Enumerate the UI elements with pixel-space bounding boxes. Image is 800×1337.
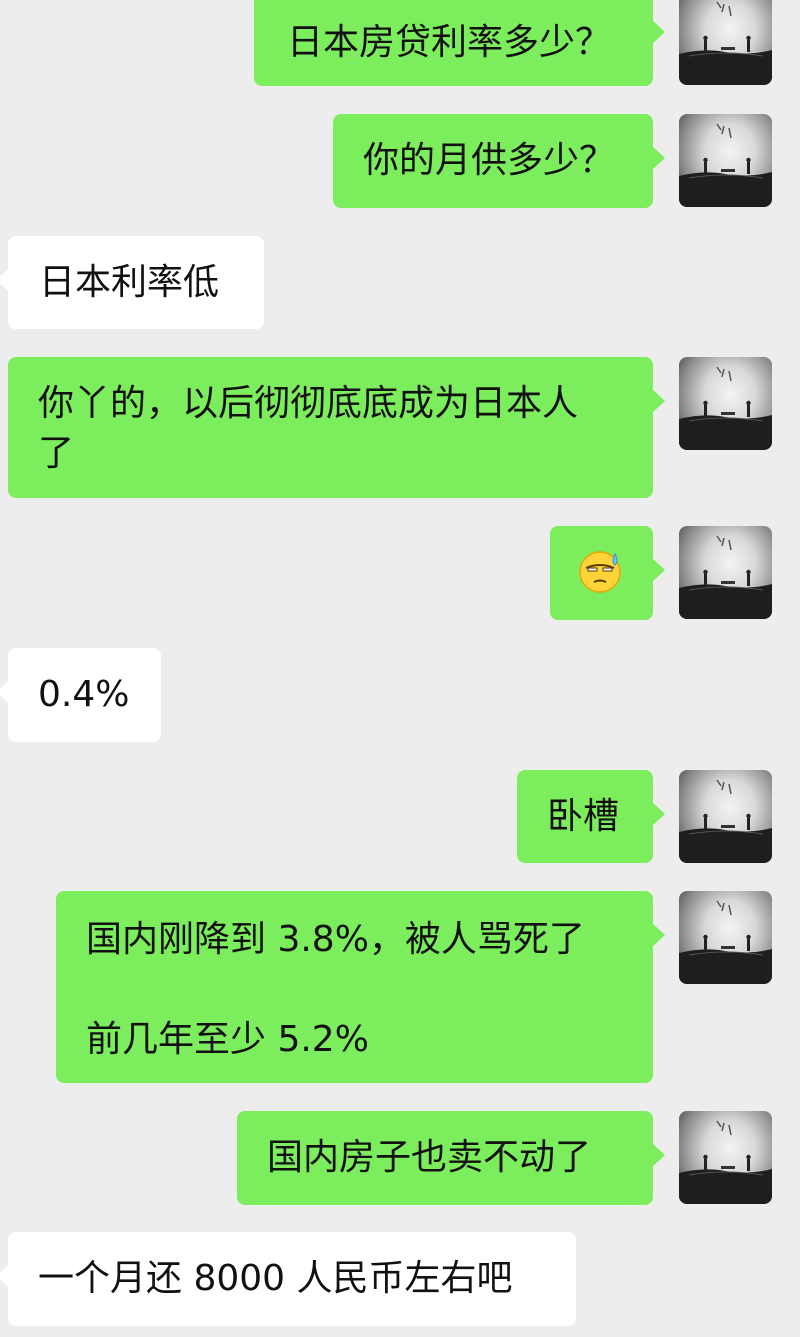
message-bubble[interactable]: 国内房子也卖不动了	[237, 1111, 665, 1205]
message-text: 卧槽	[547, 796, 620, 837]
avatar-image	[679, 779, 772, 863]
message-bubble[interactable]: 你丫的，以后彻彻底底成为日本人 了	[8, 357, 665, 498]
avatar[interactable]	[679, 891, 772, 984]
message-bubble[interactable]: 卧槽	[517, 770, 665, 863]
message-text: 你丫的，以后彻彻底底成为日本人 了	[38, 383, 579, 474]
avatar[interactable]	[679, 357, 772, 450]
message-bubble[interactable]	[550, 526, 665, 620]
avatar-image	[679, 535, 772, 619]
message-bubble[interactable]: 日本利率低	[0, 236, 264, 329]
avatar[interactable]	[679, 1111, 772, 1204]
avatar-image	[679, 366, 772, 450]
message-text: 国内刚降到 3.8%，被人骂死了 前几年至少 5.2%	[86, 919, 585, 1060]
avatar-image	[679, 123, 772, 207]
message-text: 0.4%	[38, 674, 130, 715]
avatar[interactable]	[679, 114, 772, 207]
message-text: 日本利率低	[39, 262, 220, 303]
message-text: 一个月还 8000 人民币左右吧	[38, 1258, 513, 1299]
message-text: 国内房子也卖不动了	[267, 1137, 592, 1178]
avatar[interactable]	[679, 526, 772, 619]
message-text: 你的月供多少？	[363, 140, 616, 181]
message-bubble[interactable]: 一个月还 8000 人民币左右吧	[0, 1232, 576, 1326]
avatar[interactable]	[679, 0, 772, 85]
avatar-image	[679, 1, 772, 85]
message-bubble[interactable]: 你的月供多少？	[333, 114, 665, 208]
message-bubble[interactable]: 0.4%	[0, 648, 161, 742]
message-bubble[interactable]: 日本房贷利率多少？	[254, 0, 665, 86]
sweat-emoji-icon	[579, 551, 621, 593]
message-text: 日本房贷利率多少？	[287, 22, 612, 63]
avatar-image	[679, 1120, 772, 1204]
message-bubble[interactable]: 国内刚降到 3.8%，被人骂死了 前几年至少 5.2%	[56, 891, 665, 1083]
avatar[interactable]	[679, 770, 772, 863]
avatar-image	[679, 900, 772, 984]
